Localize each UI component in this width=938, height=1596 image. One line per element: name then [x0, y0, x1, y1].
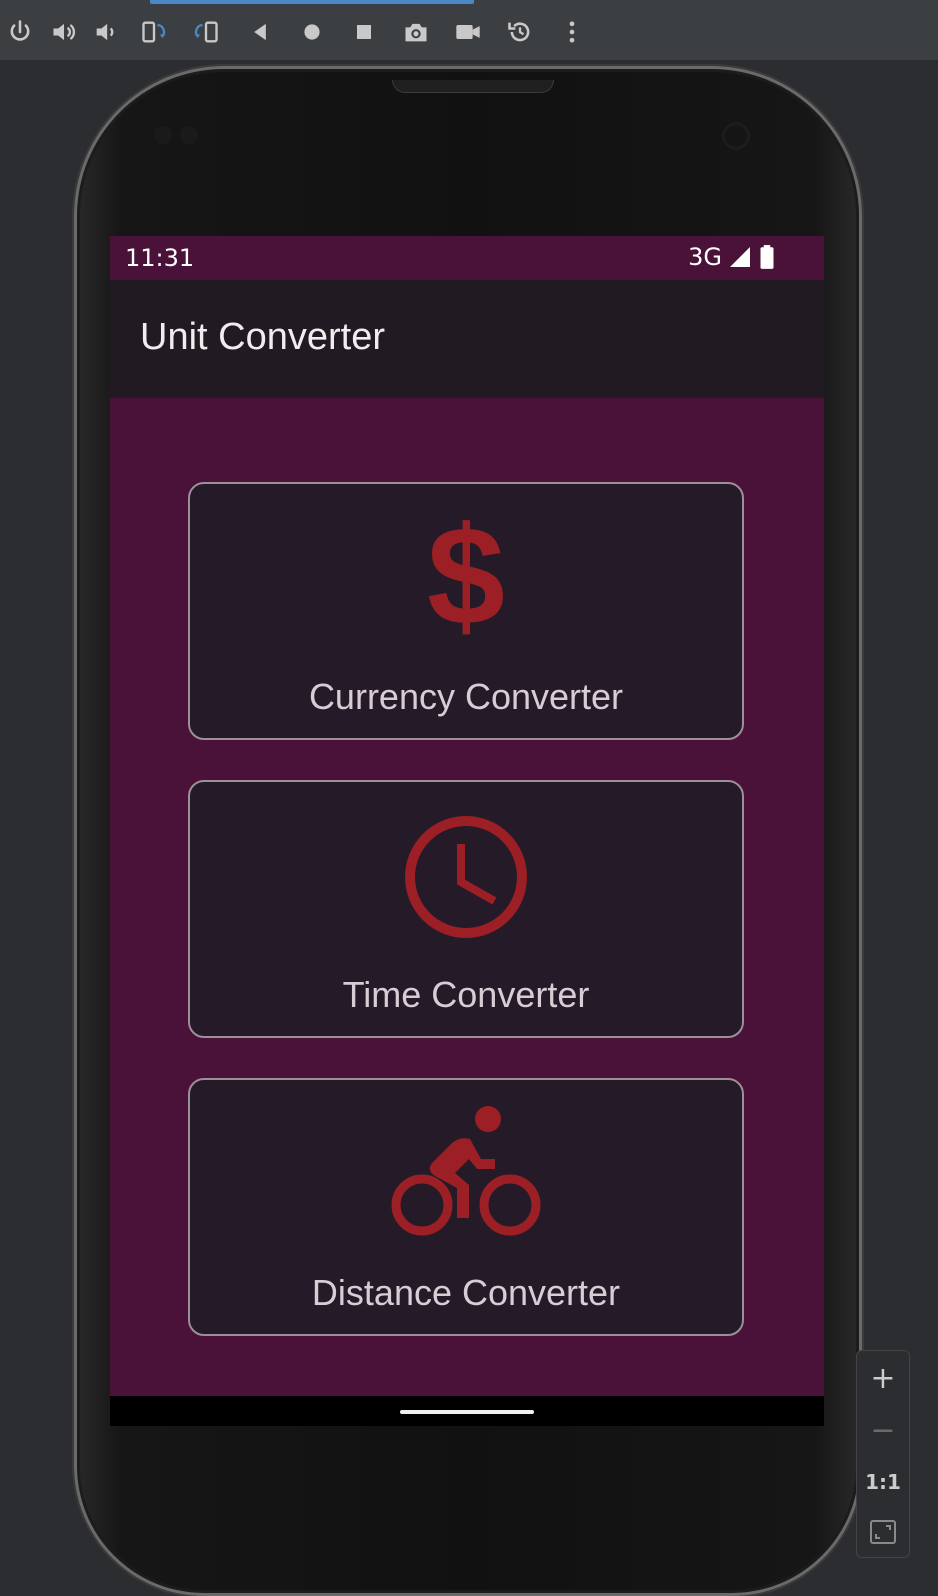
signal-icon [730, 247, 750, 267]
fit-screen-icon [870, 1520, 896, 1544]
volume-down-icon[interactable] [88, 14, 124, 50]
dollar-icon: $ [190, 504, 742, 654]
zoom-fit-button[interactable] [857, 1507, 909, 1557]
rotate-left-icon[interactable] [136, 14, 172, 50]
snapshot-icon[interactable] [502, 14, 538, 50]
home-gesture-handle[interactable] [400, 1410, 534, 1414]
page-title: Unit Converter [140, 316, 385, 358]
zoom-actual-size-button[interactable]: 1:1 [857, 1457, 909, 1507]
time-converter-card[interactable]: Time Converter [188, 780, 744, 1038]
video-camera-icon[interactable] [450, 14, 486, 50]
rotate-right-icon[interactable] [188, 14, 224, 50]
back-icon[interactable] [242, 14, 278, 50]
svg-text:$: $ [427, 514, 505, 644]
zoom-controls: + − 1:1 [856, 1350, 910, 1558]
battery-icon [760, 245, 774, 269]
emulator-toolbar [0, 0, 938, 60]
status-time: 11:31 [125, 244, 195, 272]
distance-converter-card[interactable]: Distance Converter [188, 1078, 744, 1336]
clock-icon [190, 802, 742, 952]
overview-icon[interactable] [346, 14, 382, 50]
card-label: Time Converter [342, 974, 590, 1015]
currency-converter-card[interactable]: $ Currency Converter [188, 482, 744, 740]
zoom-out-button[interactable]: − [857, 1405, 909, 1455]
status-icons: 3G [688, 242, 776, 272]
active-tab-indicator [150, 0, 474, 4]
camera-icon[interactable] [398, 14, 434, 50]
network-type: 3G [688, 243, 722, 271]
power-icon[interactable] [2, 14, 38, 50]
app-bar: Unit Converter [110, 280, 824, 398]
converter-list: $ Currency Converter Time Converter Dist… [110, 398, 824, 1396]
bicycle-icon [190, 1100, 742, 1250]
proximity-sensor [154, 126, 172, 144]
more-icon[interactable] [554, 14, 590, 50]
front-camera [722, 122, 750, 150]
zoom-in-button[interactable]: + [857, 1353, 909, 1403]
device-screen: 11:31 3G Unit Converter $ Currency Conve… [110, 236, 824, 1426]
card-label: Currency Converter [308, 676, 624, 717]
gesture-nav-bar [110, 1396, 824, 1426]
status-bar: 11:31 3G [110, 236, 824, 280]
card-label: Distance Converter [311, 1272, 621, 1313]
earpiece-speaker [392, 80, 554, 93]
light-sensor [180, 126, 198, 144]
home-icon[interactable] [294, 14, 330, 50]
volume-up-icon[interactable] [46, 14, 82, 50]
